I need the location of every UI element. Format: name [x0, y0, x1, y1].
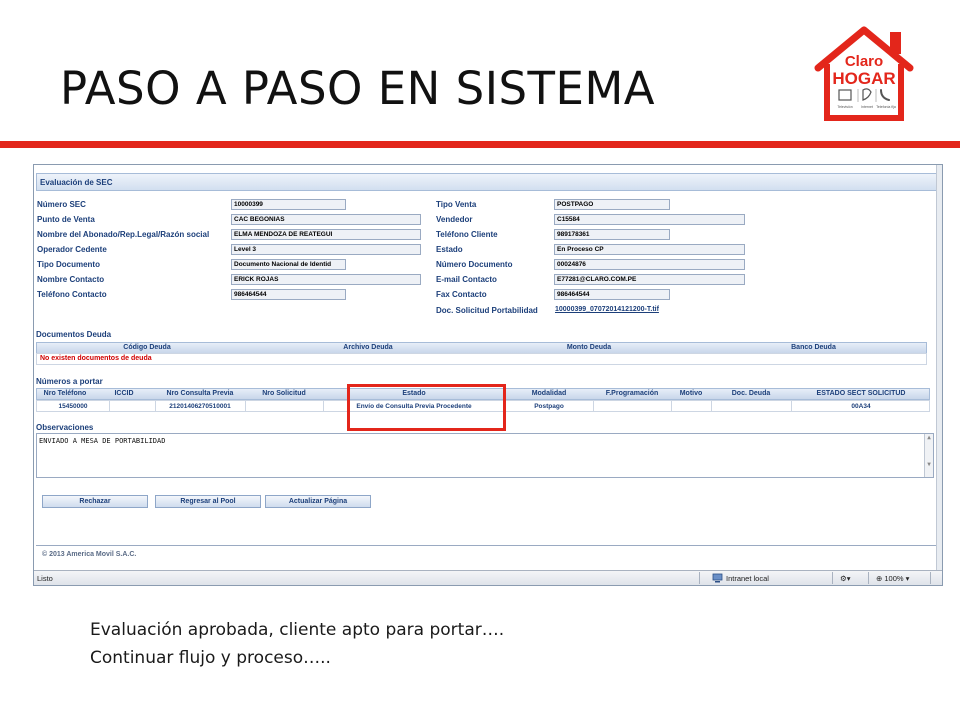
- numbers-col-iccid: ICCID: [114, 390, 134, 397]
- zoom-control[interactable]: ⊕ 100% ▾: [876, 574, 909, 583]
- observations-textarea[interactable]: ENVIADO A MESA DE PORTABILIDAD ▲ ▼: [36, 433, 934, 478]
- security-zone: Intranet local: [726, 574, 769, 583]
- cell-telefono: 15450000: [58, 403, 88, 410]
- copyright: © 2013 America Movil S.A.C.: [42, 551, 137, 558]
- label-doc-portabilidad: Doc. Solicitud Portabilidad: [436, 306, 538, 315]
- label-punto-venta: Punto de Venta: [37, 215, 95, 224]
- zoom-icon: ⊕: [876, 574, 883, 583]
- label-tipo-documento: Tipo Documento: [37, 260, 100, 269]
- field-punto-venta[interactable]: CAC BEGONIAS: [231, 214, 421, 225]
- field-numero-documento[interactable]: 00024876: [554, 259, 745, 270]
- field-nombre-abonado[interactable]: ELMA MENDOZA DE REATEGUI: [231, 229, 421, 240]
- label-nombre-abonado: Nombre del Abonado/Rep.Legal/Razón socia…: [37, 230, 210, 239]
- chevron-down-icon: ▾: [905, 574, 910, 583]
- logo-text-hogar: HOGAR: [832, 69, 895, 88]
- estado-highlight-box: [347, 384, 506, 431]
- svg-text:Internet: Internet: [861, 105, 873, 109]
- cell-consulta: 21201406270510001: [169, 403, 231, 410]
- label-telefono-cliente: Teléfono Cliente: [436, 230, 498, 239]
- title-divider: [0, 141, 960, 148]
- field-tipo-documento[interactable]: Documento Nacional de Identid: [231, 259, 346, 270]
- debts-col-codigo: Código Deuda: [123, 344, 171, 351]
- label-telefono-contacto: Teléfono Contacto: [37, 290, 107, 299]
- protected-mode-icon[interactable]: ⚙▾: [840, 574, 851, 583]
- caption-line-1: Evaluación aprobada, cliente apto para p…: [90, 620, 505, 640]
- scroll-up-icon[interactable]: ▲: [925, 434, 933, 441]
- label-tipo-venta: Tipo Venta: [436, 200, 477, 209]
- label-email-contacto: E-mail Contacto: [436, 275, 497, 284]
- numbers-title: Números a portar: [36, 377, 103, 386]
- tv-icon: [838, 89, 852, 101]
- numbers-col-motivo: Motivo: [679, 390, 703, 397]
- label-nombre-contacto: Nombre Contacto: [37, 275, 105, 284]
- cell-estado-sect: 00A34: [851, 403, 871, 410]
- field-nombre-contacto[interactable]: ERICK ROJAS: [231, 274, 421, 285]
- observations-title: Observaciones: [36, 423, 94, 432]
- caption-line-2: Continuar flujo y proceso…..: [90, 648, 331, 668]
- observations-scrollbar[interactable]: ▲ ▼: [924, 434, 933, 477]
- refresh-page-button[interactable]: Actualizar Página: [265, 495, 371, 508]
- numbers-col-consulta: Nro Consulta Previa: [166, 390, 234, 397]
- numbers-col-telefono: Nro Teléfono: [43, 390, 87, 397]
- debts-empty-message: No existen documentos de deuda: [40, 355, 152, 362]
- field-email-contacto[interactable]: E77281@CLARO.COM.PE: [554, 274, 745, 285]
- svg-text:Telefonía fija: Telefonía fija: [876, 105, 896, 109]
- reject-button[interactable]: Rechazar: [42, 495, 148, 508]
- debts-col-monto: Monto Deuda: [566, 344, 612, 351]
- field-numero-sec[interactable]: 10000399: [231, 199, 346, 210]
- browser-content: Evaluación de SEC Número SEC Punto de Ve…: [34, 165, 942, 570]
- status-text: Listo: [37, 574, 53, 583]
- system-screenshot: Evaluación de SEC Número SEC Punto de Ve…: [33, 164, 943, 586]
- label-fax-contacto: Fax Contacto: [436, 290, 487, 299]
- observations-text: ENVIADO A MESA DE PORTABILIDAD: [39, 437, 166, 445]
- debts-empty-row: No existen documentos de deuda: [36, 353, 927, 365]
- claro-hogar-logo: Claro HOGAR Televisión Internet Telefoní…: [814, 26, 914, 121]
- label-vendedor: Vendedor: [436, 215, 473, 224]
- field-vendedor[interactable]: C15584: [554, 214, 745, 225]
- cell-modalidad: Postpago: [534, 403, 564, 410]
- label-numero-documento: Número Documento: [436, 260, 513, 269]
- debts-col-archivo: Archivo Deuda: [343, 344, 393, 351]
- phone-icon: [880, 89, 890, 101]
- slide-title: PASO A PASO EN SISTEMA: [60, 62, 656, 115]
- scroll-down-icon[interactable]: ▼: [925, 461, 933, 468]
- label-estado: Estado: [436, 245, 463, 254]
- numbers-col-programacion: F.Programación: [605, 390, 659, 397]
- field-telefono-contacto[interactable]: 986464544: [231, 289, 346, 300]
- field-fax-contacto[interactable]: 986464544: [554, 289, 670, 300]
- numbers-col-doc-deuda: Doc. Deuda: [731, 390, 771, 397]
- debts-title: Documentos Deuda: [36, 330, 112, 339]
- field-operador-cedente[interactable]: Level 3: [231, 244, 421, 255]
- numbers-col-estado-sect: ESTADO SECT SOLICITUD: [816, 390, 906, 397]
- logo-text-claro: Claro: [845, 53, 883, 70]
- back-to-pool-button[interactable]: Regresar al Pool: [155, 495, 261, 508]
- numbers-col-modalidad: Modalidad: [531, 390, 567, 397]
- intranet-icon: [712, 573, 723, 583]
- section-header-evaluacion: Evaluación de SEC: [36, 173, 939, 191]
- debts-col-banco: Banco Deuda: [791, 344, 836, 351]
- label-operador-cedente: Operador Cedente: [37, 245, 107, 254]
- numbers-col-solicitud: Nro Solicitud: [262, 390, 306, 397]
- link-doc-portabilidad[interactable]: 10000399_07072014121200-T.tif: [555, 306, 659, 313]
- field-estado[interactable]: En Proceso CP: [554, 244, 745, 255]
- footer-divider: [36, 545, 939, 546]
- field-tipo-venta[interactable]: POSTPAGO: [554, 199, 670, 210]
- zoom-level: 100%: [884, 574, 904, 583]
- field-telefono-cliente[interactable]: 989178361: [554, 229, 670, 240]
- browser-status-bar: Listo Intranet local ⚙▾ ⊕ 100% ▾: [34, 570, 942, 585]
- label-numero-sec: Número SEC: [37, 200, 86, 209]
- mouse-icon: [862, 88, 872, 101]
- svg-text:Televisión: Televisión: [837, 105, 852, 109]
- page-scrollbar[interactable]: [936, 165, 942, 570]
